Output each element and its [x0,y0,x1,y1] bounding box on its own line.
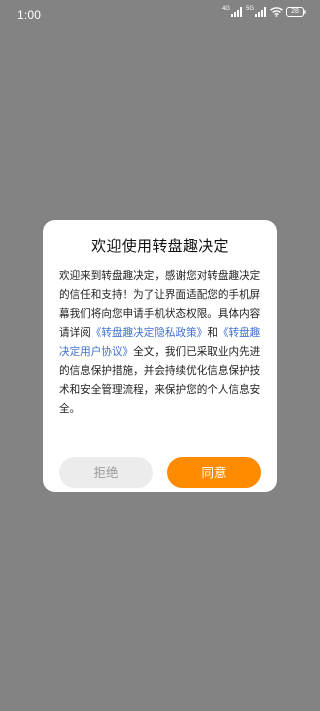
network-type-label-2: 5G [245,6,254,12]
battery-icon: 28 [286,7,306,17]
dialog-title: 欢迎使用转盘趣决定 [91,237,229,255]
dialog-body: 欢迎来到转盘趣决定，感谢您对转盘趣决定的信任和支持！为了让界面适配您的手机屏幕我… [59,267,262,419]
wifi-icon [270,7,283,17]
network-type-label: 4G [221,6,230,12]
and-text: 和 [207,327,218,339]
cellular-signal-icon [230,7,243,17]
cellular-signal-2-icon [255,7,267,17]
status-bar: 1:00 4G 5G 28 [0,0,320,30]
status-icons: 4G 5G 28 [221,6,306,17]
battery-level: 28 [291,8,299,15]
reject-button[interactable]: 拒绝 [59,457,153,488]
privacy-policy-link[interactable]: 《转盘趣决定隐私政策》 [91,327,208,339]
privacy-dialog: 欢迎使用转盘趣决定 欢迎来到转盘趣决定，感谢您对转盘趣决定的信任和支持！为了让界… [43,220,277,492]
agree-button[interactable]: 同意 [167,457,261,488]
status-time: 1:00 [17,8,42,22]
screen: 1:00 4G 5G 28 欢迎使用转盘趣决定 欢迎来到转盘趣决定，感谢您对转盘… [0,0,320,711]
